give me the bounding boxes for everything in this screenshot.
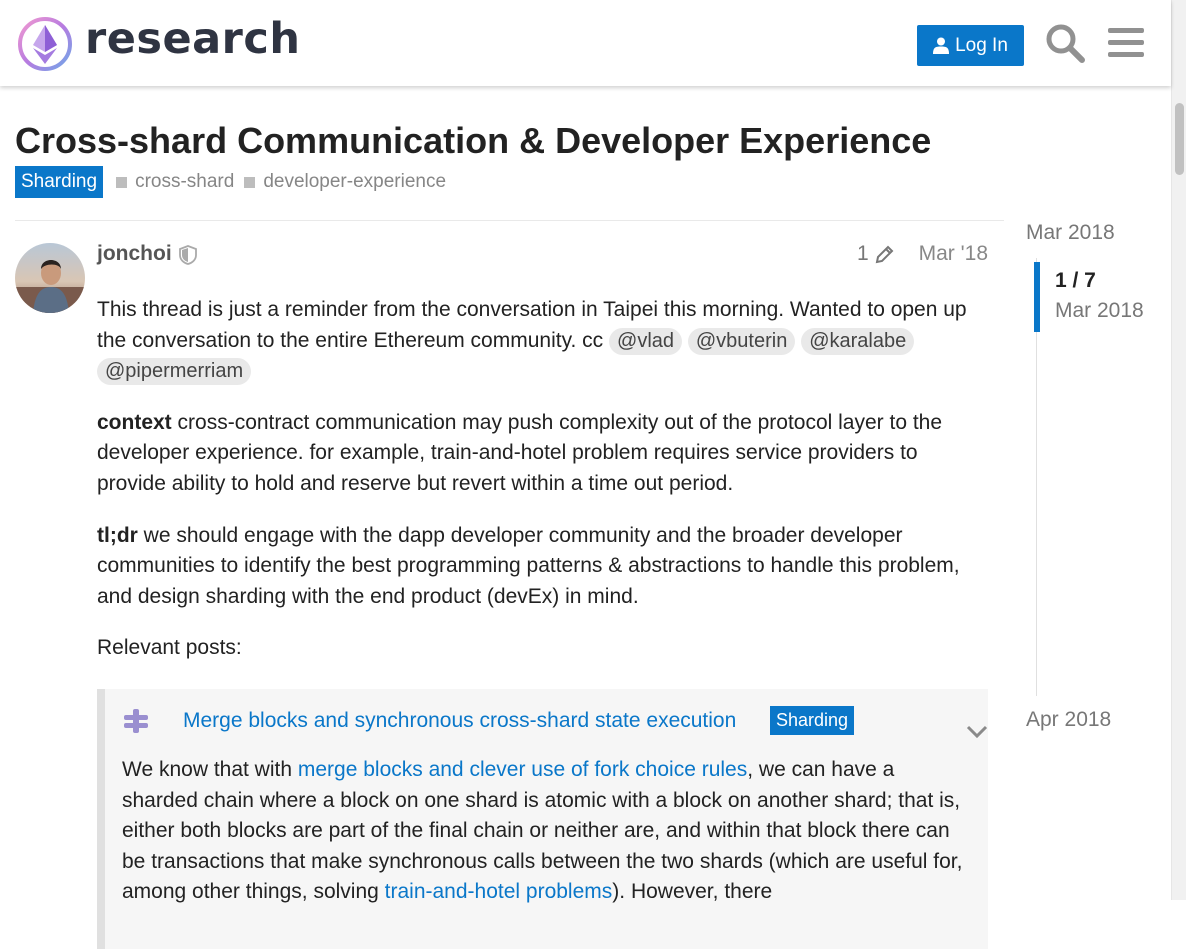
avatar[interactable] — [15, 243, 85, 313]
tldr-label: tl;dr — [97, 523, 138, 547]
page-scrollbar[interactable] — [1171, 0, 1186, 900]
mention-pipermerriam[interactable]: @pipermerriam — [97, 358, 252, 386]
user-avatar-icon[interactable] — [122, 707, 150, 735]
chevron-down-icon[interactable] — [966, 725, 988, 739]
tag-label: cross-shard — [135, 171, 235, 192]
login-button[interactable]: Log In — [917, 25, 1024, 66]
user-icon — [933, 37, 950, 54]
tag-square-icon — [116, 176, 128, 188]
edit-history-button[interactable]: 1 — [857, 242, 895, 266]
context-text: cross-contract communication may push co… — [97, 410, 943, 495]
onebox-quote: Merge blocks and synchronous cross-shard… — [97, 689, 988, 949]
scrollbar-thumb[interactable] — [1175, 103, 1184, 175]
login-label: Log In — [955, 34, 1008, 56]
mention-karalabe[interactable]: @karalabe — [801, 327, 915, 355]
shield-icon — [179, 245, 197, 265]
site-header: research Log In — [0, 0, 1171, 86]
pencil-icon — [875, 245, 894, 264]
merge-blocks-link[interactable]: merge blocks and clever use of fork choi… — [298, 758, 747, 781]
tldr-text: we should engage with the dapp developer… — [97, 523, 960, 608]
tag-cross-shard[interactable]: cross-shard — [116, 171, 234, 193]
post-date[interactable]: Mar '18 — [919, 242, 988, 266]
post-paragraph: tl;dr we should engage with the dapp dev… — [97, 521, 982, 613]
edit-count: 1 — [857, 242, 869, 265]
avatar-image — [15, 243, 85, 313]
timeline-handle[interactable] — [1034, 262, 1040, 332]
logo-icon[interactable] — [17, 16, 73, 72]
onebox-header: Merge blocks and synchronous cross-shard… — [122, 705, 988, 739]
post-paragraph: This thread is just a reminder from the … — [97, 295, 982, 387]
onebox-excerpt: We know that with merge blocks and cleve… — [122, 755, 972, 908]
tag-developer-experience[interactable]: developer-experience — [244, 171, 446, 193]
relevant-posts-label: Relevant posts: — [97, 636, 242, 660]
context-label: context — [97, 410, 172, 434]
tag-label: developer-experience — [263, 171, 447, 192]
excerpt-text: We know that with — [122, 758, 298, 781]
site-name[interactable]: research — [85, 14, 300, 64]
category-badge[interactable]: Sharding — [15, 166, 104, 198]
topic-tags: Sharding cross-shard developer-experienc… — [15, 166, 446, 198]
timeline-end-date[interactable]: Apr 2018 — [1026, 708, 1111, 732]
post-paragraph: context cross-contract communication may… — [97, 408, 982, 500]
topic-title[interactable]: Cross-shard Communication & Developer Ex… — [15, 120, 931, 162]
tag-square-icon — [244, 176, 256, 188]
timeline-current-date: Mar 2018 — [1055, 299, 1144, 322]
hamburger-menu-icon[interactable] — [1106, 23, 1146, 63]
divider — [15, 220, 1004, 221]
timeline-start-date[interactable]: Mar 2018 — [1026, 221, 1115, 245]
post-body: This thread is just a reminder from the … — [97, 295, 982, 685]
post-author[interactable]: jonchoi — [97, 242, 172, 266]
mention-vbuterin[interactable]: @vbuterin — [687, 327, 796, 355]
onebox-category-badge[interactable]: Sharding — [770, 706, 855, 735]
post-meta: jonchoi 1 Mar '18 — [97, 240, 988, 270]
onebox-title-link[interactable]: Merge blocks and synchronous cross-shard… — [183, 709, 736, 733]
timeline-position: 1 / 7 — [1055, 269, 1096, 292]
mention-vlad[interactable]: @vlad — [609, 327, 683, 355]
search-icon[interactable] — [1045, 23, 1085, 63]
